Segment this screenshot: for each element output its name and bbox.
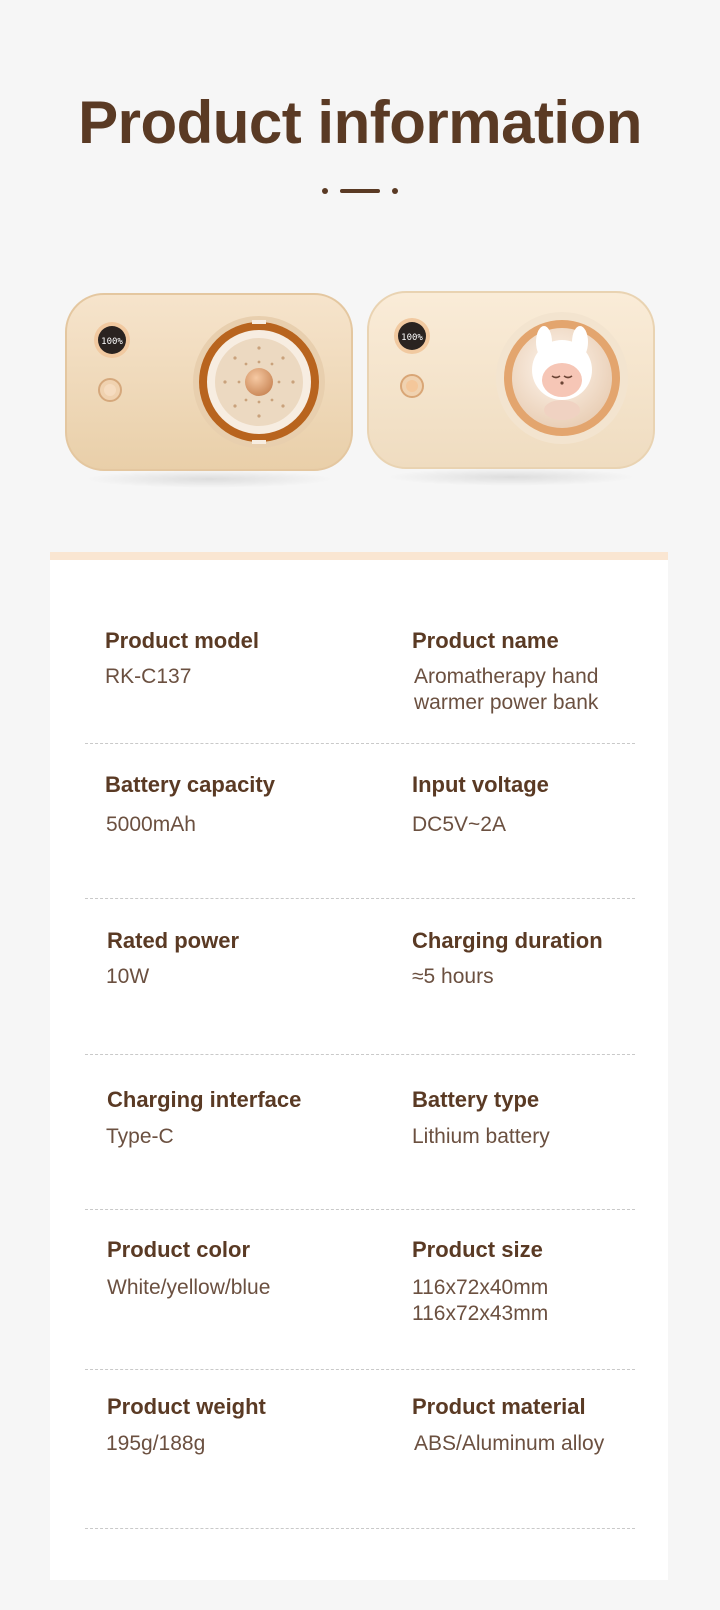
spec-value-product-material: ABS/Aluminum alloy <box>414 1432 605 1455</box>
ornament-bar <box>340 189 380 193</box>
spec-card: Product model RK-C137 Product name Aroma… <box>50 552 668 1588</box>
spec-label-battery-capacity: Battery capacity <box>105 772 275 797</box>
device-left-illustration: 100% <box>65 293 353 471</box>
spec-value-charging-duration: ≈5 hours <box>412 965 494 988</box>
spec-value-product-name: Aromatherapy hand warmer power bank <box>414 665 599 714</box>
spec-value-product-model: RK-C137 <box>105 665 192 688</box>
title-ornament <box>322 185 398 195</box>
product-images: 100% 100% <box>0 280 720 500</box>
spec-label-product-weight: Product weight <box>107 1394 266 1419</box>
spec-value-input-voltage: DC5V~2A <box>412 813 506 836</box>
page-footer-background <box>0 1580 720 1610</box>
spec-value-product-color: White/yellow/blue <box>107 1276 271 1299</box>
spec-value-charging-interface: Type-C <box>106 1125 174 1148</box>
row-divider <box>85 1528 635 1529</box>
row-divider <box>85 743 635 744</box>
spec-label-charging-interface: Charging interface <box>107 1087 302 1112</box>
device-right-illustration: 100% <box>367 291 655 469</box>
spec-label-input-voltage: Input voltage <box>412 772 549 797</box>
spec-value-battery-type: Lithium battery <box>412 1125 550 1148</box>
spec-label-product-color: Product color <box>107 1237 251 1262</box>
spec-label-product-name: Product name <box>412 628 559 653</box>
spec-value-product-size: 116x72x40mm 116x72x43mm <box>412 1276 549 1325</box>
spec-value-battery-capacity: 5000mAh <box>106 813 196 836</box>
ornament-dot <box>322 188 328 194</box>
ornament-dot <box>392 188 398 194</box>
display-readout-right: 100% <box>401 333 423 343</box>
device-left-image: 100% <box>64 292 354 488</box>
spec-label-product-size: Product size <box>412 1237 543 1262</box>
row-divider <box>85 898 635 899</box>
row-divider <box>85 1209 635 1210</box>
display-readout-left: 100% <box>101 337 123 347</box>
device-right-image: 100% <box>366 290 656 486</box>
spec-label-battery-type: Battery type <box>412 1087 540 1112</box>
spec-value-product-weight: 195g/188g <box>106 1432 206 1455</box>
spec-label-charging-duration: Charging duration <box>412 928 603 953</box>
spec-label-product-model: Product model <box>105 628 260 653</box>
spec-value-rated-power: 10W <box>106 965 150 988</box>
page-title: Product information <box>78 89 642 156</box>
spec-label-product-material: Product material <box>412 1394 586 1419</box>
row-divider <box>85 1054 635 1055</box>
row-divider <box>85 1369 635 1370</box>
spec-label-rated-power: Rated power <box>107 928 240 953</box>
